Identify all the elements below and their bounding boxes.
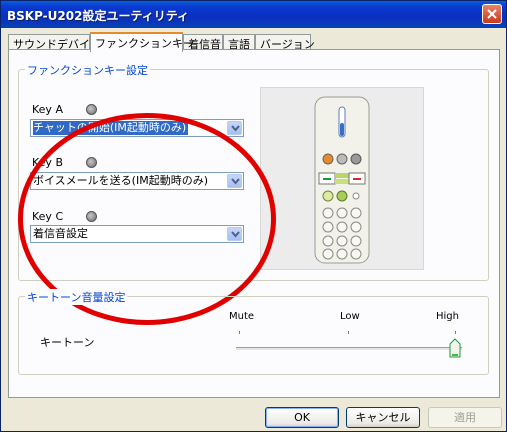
settings-window: BSKP-U202設定ユーティリティ サウンドデバイス ファンクションキー 着信…	[0, 0, 507, 432]
chevron-down-icon	[231, 125, 240, 132]
tab-function-keys[interactable]: ファンクションキー	[90, 32, 194, 52]
tab-version[interactable]: バージョン	[255, 34, 315, 51]
close-icon	[487, 9, 497, 19]
phone-illustration	[260, 87, 424, 270]
keytone-slider[interactable]	[236, 347, 462, 351]
slider-tick	[239, 331, 240, 334]
dropdown-arrow[interactable]	[227, 121, 242, 135]
tab-label: ファンクションキー	[95, 37, 194, 50]
group-label: キートーン音量設定	[25, 289, 128, 305]
tab-panel: ファンクションキー設定 Key A チャットの開始(IM起動時のみ) Key B…	[8, 49, 500, 398]
close-button[interactable]	[482, 4, 502, 24]
group-label: ファンクションキー設定	[25, 62, 150, 78]
tab-language[interactable]: 言語	[223, 34, 255, 51]
slider-thumb[interactable]	[449, 338, 461, 358]
slider-tick	[348, 331, 349, 334]
title-bar[interactable]: BSKP-U202設定ユーティリティ	[1, 1, 506, 28]
level-mute-label: Mute	[229, 311, 255, 322]
key-a-label: Key A	[32, 103, 63, 116]
ok-button[interactable]: OK	[265, 407, 339, 428]
keytone-label: キートーン	[40, 336, 95, 349]
cancel-button[interactable]: キャンセル	[346, 407, 420, 428]
slider-tick	[455, 331, 456, 334]
phone-handset-icon	[314, 96, 370, 264]
level-high-label: High	[436, 311, 459, 322]
level-low-label: Low	[340, 311, 360, 322]
apply-button[interactable]: 適用	[428, 407, 502, 428]
tab-sound-device[interactable]: サウンドデバイス	[8, 34, 101, 51]
window-title: BSKP-U202設定ユーティリティ	[7, 9, 190, 23]
key-a-icon	[86, 104, 97, 115]
